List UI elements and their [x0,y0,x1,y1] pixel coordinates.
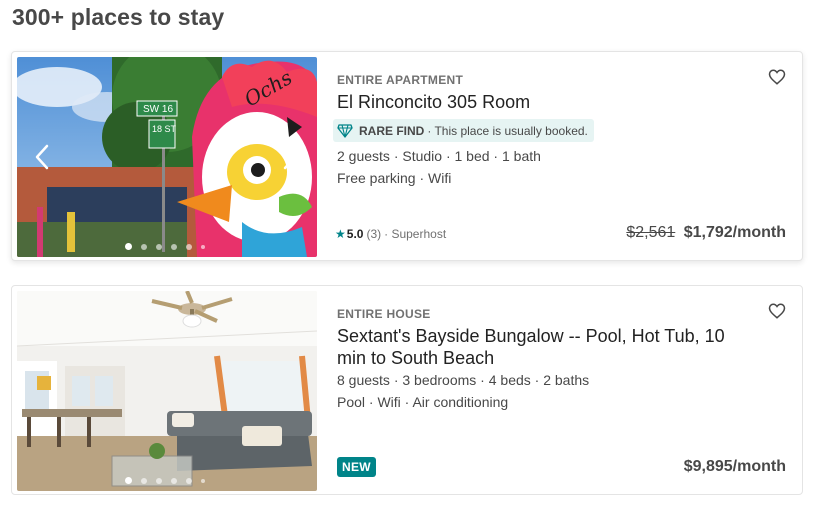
chevron-right-icon[interactable] [277,143,301,171]
pagination-dot[interactable] [125,477,132,484]
heart-outline-icon[interactable] [768,68,786,86]
listing-card[interactable]: ENTIRE HOUSE Sextant's Bayside Bungalow … [11,285,803,495]
pagination-dot[interactable] [201,478,205,483]
pagination-dot[interactable] [186,477,192,484]
chevron-left-icon[interactable] [31,143,55,171]
original-price: $2,561 [626,224,676,241]
rare-find-text: · This place is usually booked. [427,123,588,138]
pagination-dot[interactable] [171,477,177,484]
listing-amenities: Pool · Wifi · Air conditioning [337,394,509,410]
listing-amenities: Free parking · Wifi [337,170,452,186]
listing-type: ENTIRE APARTMENT [337,73,464,87]
listing-type: ENTIRE HOUSE [337,307,431,321]
listing-title[interactable]: Sextant's Bayside Bungalow -- Pool, Hot … [337,325,757,369]
pagination-dot[interactable] [171,243,177,250]
pagination-dot[interactable] [141,243,147,250]
rating-score: 5.0 [346,227,364,241]
pagination-dot[interactable] [186,243,192,250]
pagination-dot[interactable] [201,244,205,249]
photo-pagination [125,243,205,250]
rare-find-badge: RARE FIND · This place is usually booked… [333,119,594,142]
new-badge: NEW [337,457,376,477]
listing-price: $2,561 $1,792/month [626,224,786,242]
listing-photo[interactable]: SW 16 18 ST Ochs [17,57,317,257]
heart-outline-icon[interactable] [768,302,786,320]
listing-rating: ★ 5.0 (3) · Superhost [335,227,446,241]
diamond-icon [337,123,353,138]
listing-title[interactable]: El Rinconcito 305 Room [337,91,757,113]
pagination-dot[interactable] [125,243,132,250]
listing-photo[interactable] [17,291,317,491]
page-title: 300+ places to stay [12,4,225,30]
current-price: $9,895/month [683,458,786,475]
pagination-dot[interactable] [156,243,162,250]
superhost-label: · Superhost [384,227,447,241]
listing-details: 8 guests · 3 bedrooms · 4 beds · 2 baths [337,372,590,388]
star-icon: ★ [335,227,346,241]
listing-info: ENTIRE HOUSE Sextant's Bayside Bungalow … [337,286,802,494]
listing-price: $9,895/month [684,458,786,476]
photo-pagination [125,477,205,484]
current-price: $1,792/month [683,224,786,241]
svg-text:SW 16: SW 16 [143,104,173,115]
listing-info: ENTIRE APARTMENT El Rinconcito 305 Room … [333,52,802,260]
pagination-dot[interactable] [156,477,162,484]
rating-count: (3) [366,227,382,241]
listing-card[interactable]: SW 16 18 ST Ochs ENTIRE APARTMENT El Rin… [11,51,803,261]
listing-details: 2 guests · Studio · 1 bed · 1 bath [337,148,541,164]
rare-find-label: RARE FIND [359,123,425,138]
pagination-dot[interactable] [141,477,147,484]
svg-text:18 ST: 18 ST [152,124,177,134]
